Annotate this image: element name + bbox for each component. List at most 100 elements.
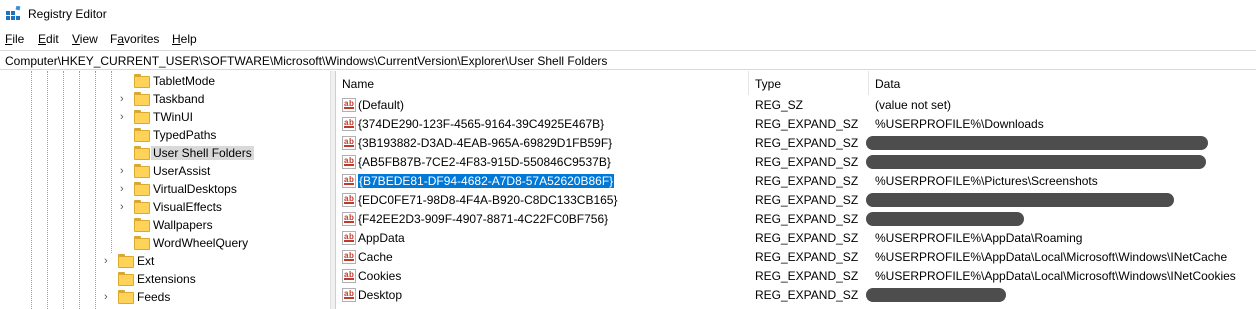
menu-help[interactable]: Help	[172, 32, 197, 46]
menu-file-label: ile	[12, 32, 25, 46]
tree-item[interactable]: User Shell Folders	[0, 144, 320, 162]
value-type: REG_EXPAND_SZ	[755, 231, 859, 245]
tree-item[interactable]: › TWinUI	[0, 108, 320, 126]
column-divider[interactable]	[868, 71, 869, 95]
chevron-right-icon[interactable]: ›	[120, 201, 130, 213]
value-name: {AB5FB87B-7CE2-4F83-915D-550846C9537B}	[358, 155, 611, 169]
tree-item-label: TWinUI	[153, 110, 193, 124]
value-name: AppData	[358, 231, 405, 245]
menu-edit-label: dit	[46, 32, 59, 46]
string-value-ab-icon: ab	[342, 250, 356, 264]
address-bar[interactable]: Computer\HKEY_CURRENT_USER\SOFTWARE\Micr…	[0, 50, 1256, 70]
folder-icon	[134, 145, 150, 161]
value-data: %USERPROFILE%\AppData\Local\Microsoft\Wi…	[875, 269, 1236, 283]
tree-item[interactable]: › VirtualDesktops	[0, 180, 320, 198]
menu-help-accesskey: H	[172, 32, 181, 46]
value-name: (Default)	[358, 98, 405, 112]
column-header-row: Name Type Data	[336, 71, 1256, 95]
tree-item-label: Wallpapers	[153, 218, 213, 232]
tree-item[interactable]: TypedPaths	[0, 126, 320, 144]
value-row[interactable]: a b Cache REG_EXPAND_SZ %USERPROFILE%\AppDat…	[336, 248, 1256, 267]
value-row[interactable]: a b {F42EE2D3-909F-4907-8871-4C22FC0BF756}…	[336, 210, 1256, 229]
tree-item[interactable]: WordWheelQuery	[0, 234, 320, 252]
chevron-right-icon[interactable]: ›	[120, 111, 130, 123]
value-data: %USERPROFILE%\Pictures\Screenshots	[875, 174, 1098, 188]
value-row[interactable]: a b AppData REG_EXPAND_SZ %USERPROFILE%\AppD…	[336, 229, 1256, 248]
menu-help-label: elp	[180, 32, 197, 46]
folder-icon	[134, 199, 150, 215]
value-type: REG_EXPAND_SZ	[755, 250, 859, 264]
value-type: REG_EXPAND_SZ	[755, 136, 859, 150]
value-row[interactable]: a b {B7BEDE81-DF94-4682-A7D8-57A52620B86F}…	[336, 172, 1256, 191]
menu-file[interactable]: File	[5, 32, 24, 46]
value-row[interactable]: a b {3B193882-D3AD-4EAB-965A-69829D1FB59F}…	[336, 134, 1256, 153]
redacted-data	[866, 136, 1208, 150]
value-data: %USERPROFILE%\AppData\Local\Microsoft\Wi…	[875, 250, 1228, 264]
tree-item-label: VisualEffects	[153, 200, 222, 214]
values-list-pane[interactable]: Name Type Data a b (Default) REG_SZ (value n…	[336, 71, 1256, 309]
tree-item-label: WordWheelQuery	[153, 236, 249, 250]
menu-bar: File Edit View Favorites Help	[0, 30, 1256, 49]
value-name: {3B193882-D3AD-4EAB-965A-69829D1FB59F}	[358, 136, 613, 150]
column-divider[interactable]	[748, 71, 749, 95]
folder-icon	[134, 73, 150, 89]
tree-item[interactable]: Wallpapers	[0, 216, 320, 234]
value-row[interactable]: a b {EDC0FE71-98D8-4F4A-B920-C8DC133CB165}…	[336, 191, 1256, 210]
chevron-right-icon[interactable]: ›	[120, 93, 130, 105]
value-name: Cache	[358, 250, 393, 264]
tree-item[interactable]: › VisualEffects	[0, 198, 320, 216]
menu-view[interactable]: View	[72, 32, 98, 46]
menu-favorites-label: vorites	[124, 32, 160, 46]
chevron-right-icon[interactable]: ›	[104, 291, 114, 303]
value-type: REG_EXPAND_SZ	[755, 269, 859, 283]
string-value-ab-icon: ab	[342, 174, 356, 188]
value-name: {EDC0FE71-98D8-4F4A-B920-C8DC133CB165}	[358, 193, 618, 207]
menu-edit[interactable]: Edit	[38, 32, 59, 46]
value-data: %USERPROFILE%\AppData\Roaming	[875, 231, 1083, 245]
folder-icon	[134, 109, 150, 125]
string-value-ab-icon: ab	[342, 231, 356, 245]
string-value-ab-icon: ab	[342, 136, 356, 150]
chevron-right-icon[interactable]: ›	[104, 255, 114, 267]
value-row[interactable]: a b Cookies REG_EXPAND_SZ %USERPROFILE%\AppD…	[336, 267, 1256, 286]
tree-item[interactable]: › Taskband	[0, 90, 320, 108]
menu-view-accesskey: V	[72, 32, 80, 46]
folder-icon	[134, 181, 150, 197]
column-header-data[interactable]: Data	[875, 77, 900, 91]
address-path[interactable]: Computer\HKEY_CURRENT_USER\SOFTWARE\Micr…	[5, 54, 607, 68]
value-type: REG_EXPAND_SZ	[755, 288, 859, 302]
folder-icon	[118, 289, 134, 305]
value-row[interactable]: a b Desktop REG_EXPAND_SZ	[336, 286, 1256, 305]
string-value-ab-icon: ab	[342, 288, 356, 302]
tree-item[interactable]: TabletMode	[0, 72, 320, 90]
value-row[interactable]: a b {AB5FB87B-7CE2-4F83-915D-550846C9537B}…	[336, 153, 1256, 172]
column-header-name[interactable]: Name	[342, 77, 374, 91]
chevron-right-icon[interactable]: ›	[120, 165, 130, 177]
value-data: (value not set)	[875, 98, 952, 112]
folder-icon	[118, 271, 134, 287]
chevron-right-icon[interactable]: ›	[120, 183, 130, 195]
tree-item[interactable]: › UserAssist	[0, 162, 320, 180]
value-type: REG_EXPAND_SZ	[755, 155, 859, 169]
tree-item-label: TabletMode	[153, 74, 216, 88]
folder-icon	[118, 253, 134, 269]
value-name: {B7BEDE81-DF94-4682-A7D8-57A52620B86F}	[356, 173, 616, 189]
value-row[interactable]: a b {374DE290-123F-4565-9164-39C4925E467B}…	[336, 115, 1256, 134]
string-value-ab-icon: ab	[342, 269, 356, 283]
redacted-data	[866, 212, 1024, 226]
tree-item-label: Extensions	[137, 272, 196, 286]
tree-item-label: TypedPaths	[153, 128, 217, 142]
column-header-type[interactable]: Type	[755, 77, 781, 91]
redacted-data	[866, 288, 1006, 302]
tree-item[interactable]: › Feeds	[0, 288, 320, 306]
window-title: Registry Editor	[28, 7, 107, 21]
key-tree-pane[interactable]: TabletMode › Taskband › TWinUI TypedPaths User…	[0, 71, 330, 309]
tree-item[interactable]: › Ext	[0, 252, 320, 270]
menu-favorites[interactable]: Favorites	[110, 32, 159, 46]
value-name: {F42EE2D3-909F-4907-8871-4C22FC0BF756}	[358, 212, 609, 226]
value-type: REG_EXPAND_SZ	[755, 212, 859, 226]
tree-item[interactable]: Extensions	[0, 270, 320, 288]
folder-icon	[134, 217, 150, 233]
value-row[interactable]: a b (Default) REG_SZ (value not set)	[336, 96, 1256, 115]
string-value-ab-icon: ab	[342, 98, 356, 112]
